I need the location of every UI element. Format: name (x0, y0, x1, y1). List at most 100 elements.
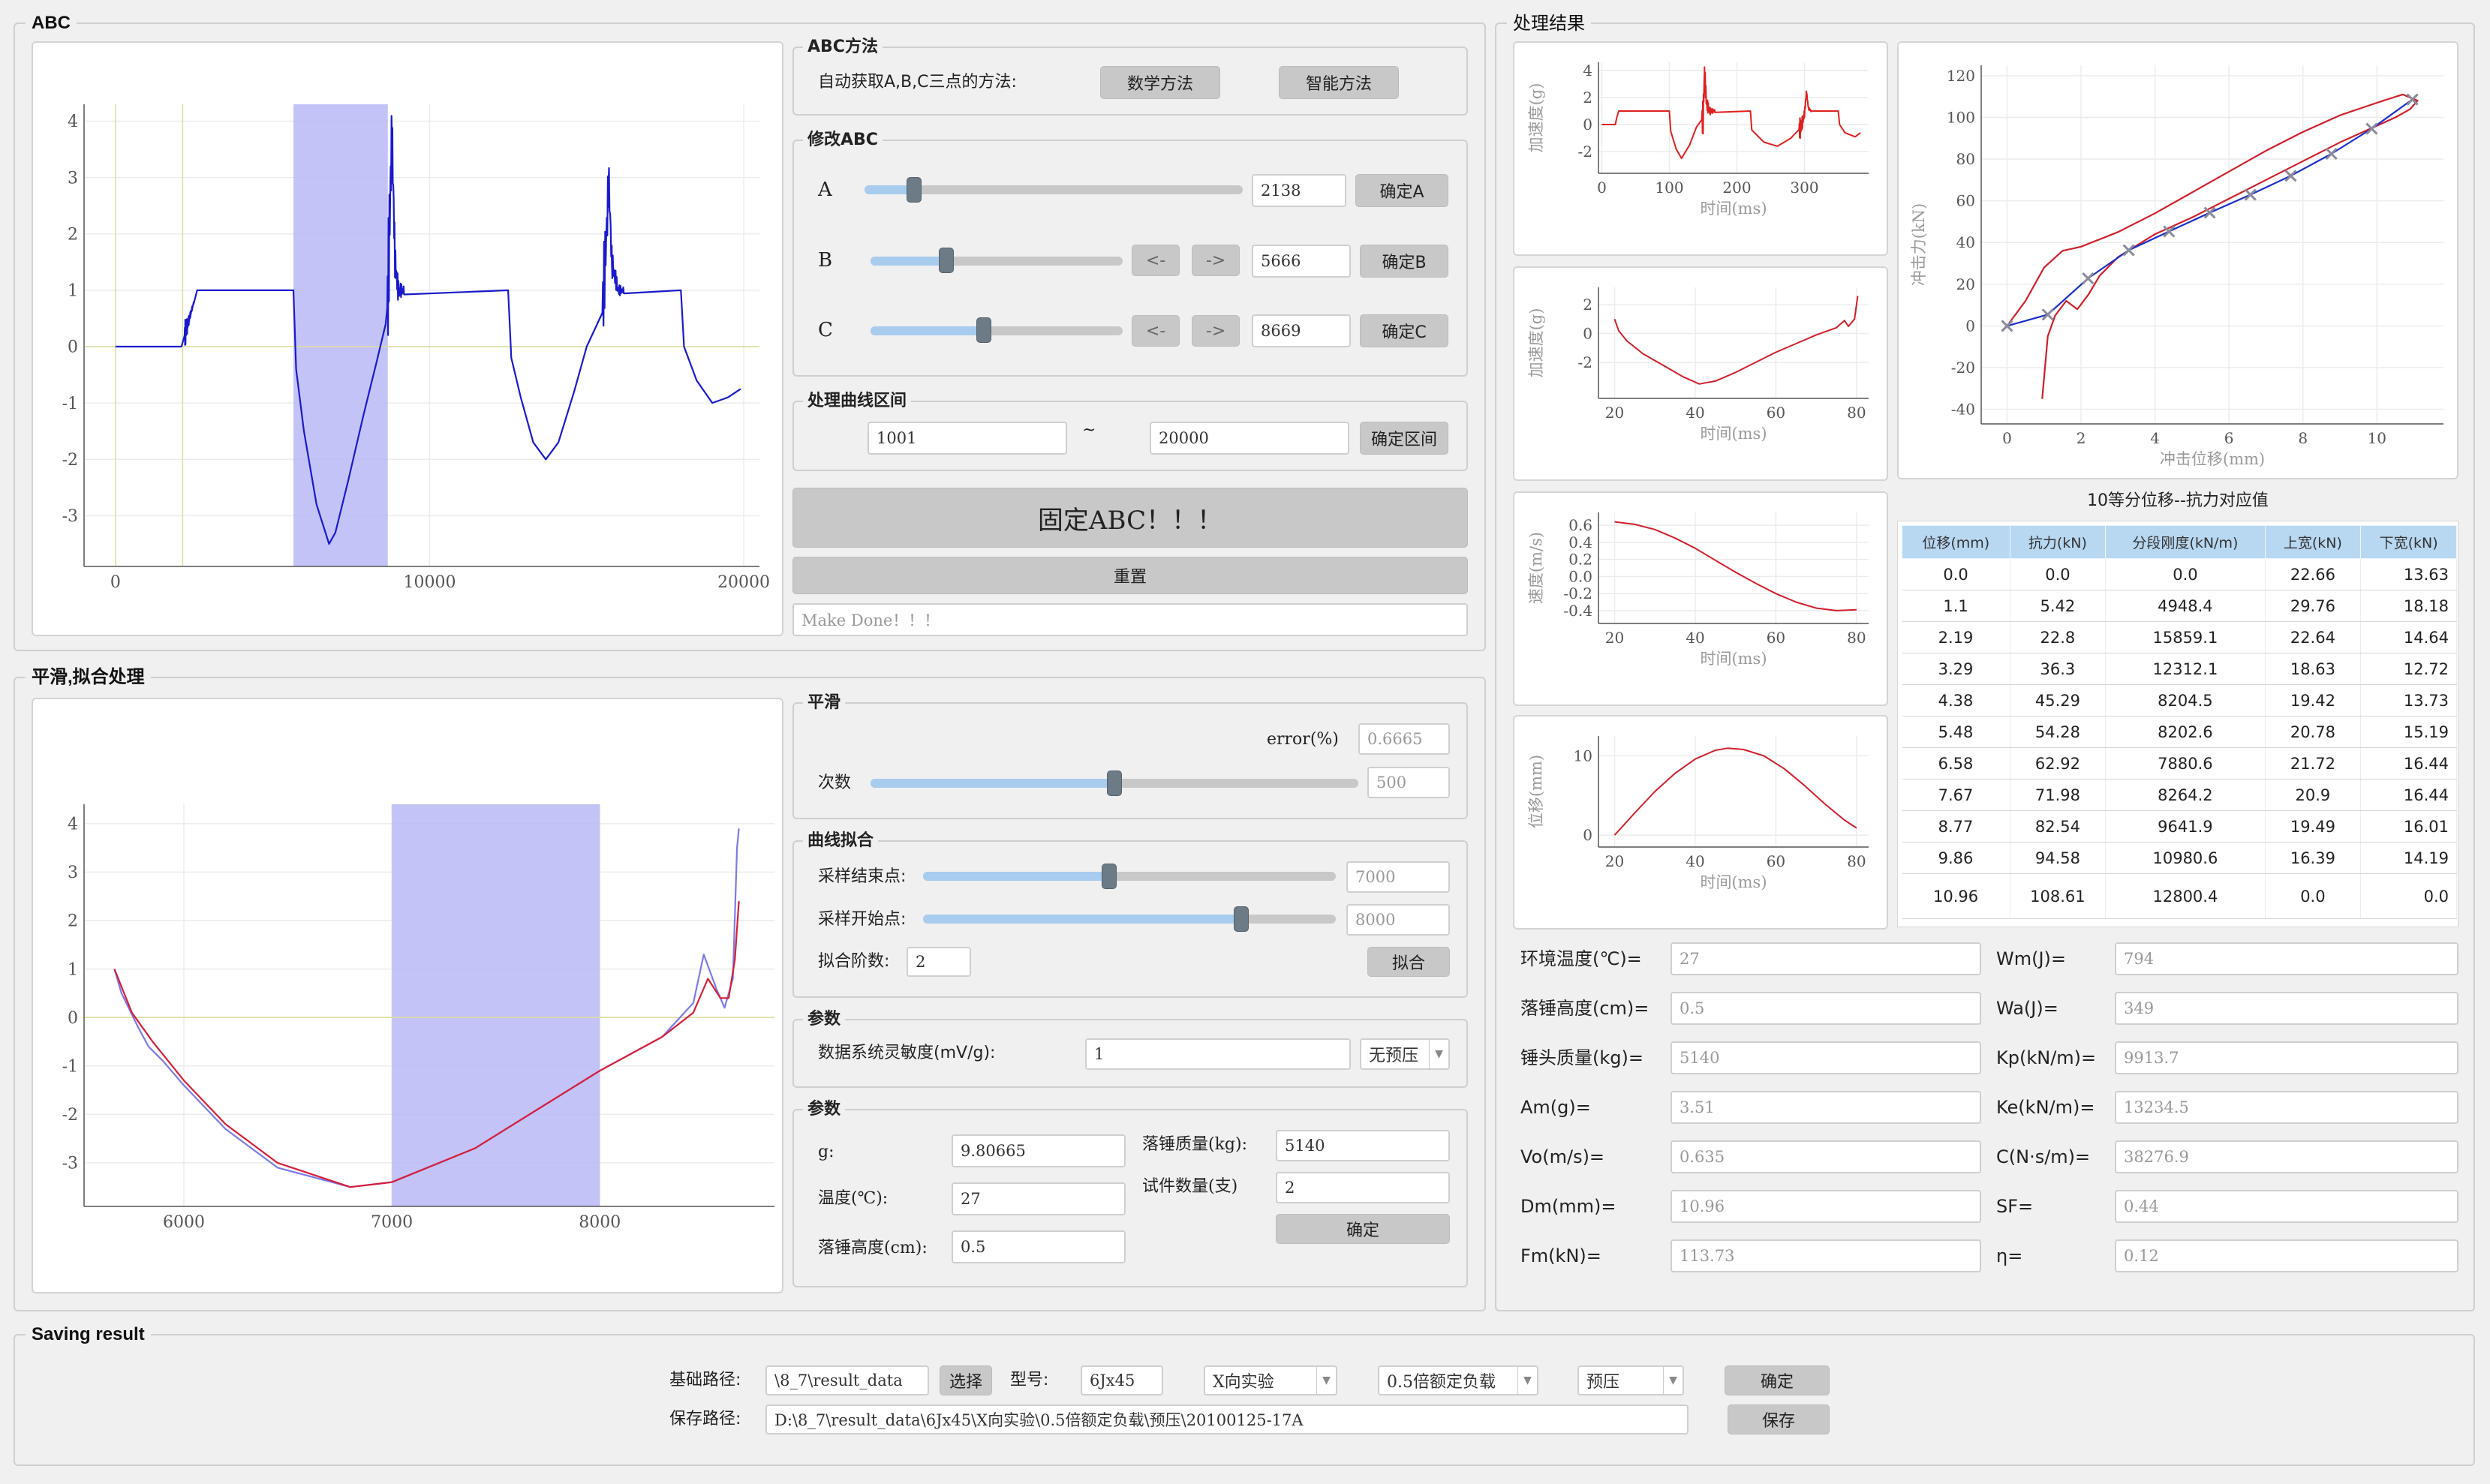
point-b-right-button[interactable]: -> (1192, 245, 1240, 276)
table-cell: 8.77 (1902, 810, 2010, 843)
drop-height-label: 落锤高度(cm): (818, 1239, 928, 1257)
hammer-mass-input[interactable]: 5140 (1276, 1130, 1450, 1161)
preload-select[interactable]: 无预压 ▼ (1360, 1038, 1450, 1070)
point-c-slider-handle[interactable] (976, 317, 992, 343)
sensitivity-label: 数据系统灵敏度(mV/g): (818, 1044, 996, 1062)
x-tick-label: 6 (2224, 429, 2234, 447)
sample-end-slider-handle[interactable] (1101, 864, 1117, 889)
abc-method-title: ABC方法 (803, 36, 883, 59)
point-c-slider[interactable] (871, 326, 1123, 335)
g-input[interactable]: 9.80665 (952, 1134, 1126, 1167)
data-point-marker (2041, 308, 2054, 321)
point-c-input[interactable]: 8669 (1252, 314, 1351, 347)
y-tick-label: 4 (68, 113, 78, 131)
accel-full-chart: 0 100 200 300 -2 0 2 4 时间(ms) 加速度(g) (1527, 62, 1869, 218)
load-select[interactable]: 0.5倍额定负载 ▼ (1378, 1365, 1538, 1395)
result-field-label: Ke(kN/m)= (1996, 1097, 2095, 1118)
confirm-b-button[interactable]: 确定B (1360, 245, 1448, 278)
result-field-value: 38276.9 (2115, 1140, 2458, 1173)
y-tick-label: 0.6 (1568, 516, 1592, 534)
table-cell: 5.48 (1902, 716, 2010, 748)
saving-confirm-button[interactable]: 确定 (1725, 1365, 1830, 1395)
sensitivity-input[interactable]: 1 (1085, 1038, 1351, 1070)
range-end-input[interactable]: 20000 (1150, 422, 1349, 455)
sample-end-field[interactable]: 7000 (1346, 861, 1450, 893)
confirm-c-button[interactable]: 确定C (1360, 314, 1448, 347)
preload-mode-select[interactable]: 预压 ▼ (1577, 1365, 1684, 1395)
point-a-slider-handle[interactable] (906, 177, 922, 203)
point-b-left-button[interactable]: <- (1132, 245, 1180, 276)
x-axis-label: 时间(ms) (1700, 425, 1767, 443)
table-row[interactable]: 5.48 54.28 8202.6 20.78 15.19 (1902, 716, 2457, 748)
direction-select[interactable]: X向实验 ▼ (1204, 1365, 1337, 1395)
fit-order-input[interactable]: 2 (907, 947, 971, 977)
table-row[interactable]: 10.96 108.61 12800.4 0.0 0.0 (1902, 873, 2457, 919)
status-field: Make Done！！！ (792, 603, 1468, 636)
table-cell: 7.67 (1902, 779, 2010, 811)
smooth-count-field[interactable]: 500 (1367, 767, 1450, 798)
y-tick-label: -1 (62, 395, 78, 413)
table-cell: 16.39 (2265, 842, 2362, 874)
range-start-input[interactable]: 1001 (868, 422, 1067, 455)
table-cell: 0.0 (2360, 873, 2457, 919)
table-row[interactable]: 9.86 94.58 10980.6 16.39 14.19 (1902, 842, 2457, 874)
table-cell: 20.9 (2265, 779, 2362, 811)
reset-button[interactable]: 重置 (792, 557, 1468, 594)
confirm-range-button[interactable]: 确定区间 (1360, 422, 1448, 455)
result-field-label: 落锤高度(cm)= (1520, 998, 1649, 1019)
temperature-input[interactable]: 27 (952, 1182, 1126, 1215)
table-row[interactable]: 3.29 36.3 12312.1 18.63 12.72 (1902, 653, 2457, 685)
sample-end-slider-fill (923, 872, 1109, 881)
math-method-button[interactable]: 数学方法 (1100, 66, 1220, 99)
point-a-slider[interactable] (865, 185, 1243, 194)
base-path-input[interactable]: \8_7\result_data (765, 1365, 929, 1395)
table-row[interactable]: 0.0 0.0 0.0 22.66 13.63 (1902, 558, 2457, 590)
table-cell: 2.19 (1902, 621, 2010, 653)
choose-path-button[interactable]: 选择 (940, 1365, 992, 1395)
smooth-fit-group-title: 平滑,拟合处理 (26, 666, 151, 689)
sample-start-field[interactable]: 8000 (1346, 904, 1450, 936)
table-header-cell: 抗力(kN) (2009, 525, 2107, 559)
drop-height-input[interactable]: 0.5 (952, 1230, 1126, 1263)
point-a-input[interactable]: 2138 (1252, 174, 1346, 207)
table-row[interactable]: 4.38 45.29 8204.5 19.42 13.73 (1902, 684, 2457, 716)
point-b-slider-handle[interactable] (938, 248, 954, 273)
table-cell: 36.3 (2010, 653, 2107, 685)
result-field-label: Am(g)= (1520, 1097, 1591, 1118)
table-cell: 18.18 (2360, 590, 2457, 622)
table-row[interactable]: 7.67 71.98 8264.2 20.9 16.44 (1902, 779, 2457, 811)
y-tick-label: -40 (1951, 401, 1975, 419)
modify-abc-title: 修改ABC (803, 129, 883, 152)
result-field-label: SF= (1996, 1196, 2034, 1217)
x-tick-label: 20 (1605, 852, 1624, 870)
point-c-left-button[interactable]: <- (1132, 315, 1180, 347)
table-header-cell: 下宽(kN) (2360, 525, 2457, 559)
model-input[interactable]: 6Jx45 (1081, 1365, 1163, 1395)
smart-method-button[interactable]: 智能方法 (1279, 66, 1399, 99)
table-row[interactable]: 6.58 62.92 7880.6 21.72 16.44 (1902, 747, 2457, 780)
fit-button[interactable]: 拟合 (1367, 947, 1450, 977)
table-cell: 16.44 (2360, 747, 2457, 780)
sample-start-slider[interactable] (923, 915, 1336, 924)
point-b-slider[interactable] (871, 257, 1123, 266)
table-cell: 14.64 (2360, 621, 2457, 653)
table-row[interactable]: 2.19 22.8 15859.1 22.64 14.64 (1902, 621, 2457, 653)
specimen-count-input[interactable]: 2 (1276, 1172, 1450, 1203)
smooth-count-slider-handle[interactable] (1107, 771, 1122, 796)
point-b-input[interactable]: 5666 (1252, 245, 1351, 278)
table-row[interactable]: 8.77 82.54 9641.9 19.49 16.01 (1902, 810, 2457, 843)
fix-abc-button[interactable]: 固定ABC！！！ (792, 488, 1468, 548)
result-field-label: Dm(mm)= (1520, 1196, 1616, 1217)
params-confirm-button[interactable]: 确定 (1276, 1214, 1450, 1244)
table-row[interactable]: 1.1 5.42 4948.4 29.76 18.18 (1902, 590, 2457, 622)
confirm-a-button[interactable]: 确定A (1355, 174, 1448, 207)
hammer-mass-label: 落锤质量(kg): (1142, 1135, 1247, 1154)
saving-group: Saving result (14, 1323, 2475, 1466)
save-button[interactable]: 保存 (1728, 1404, 1830, 1434)
save-path-input[interactable]: D:\8_7\result_data\6Jx45\X向实验\0.5倍额定负载\预… (765, 1404, 1689, 1434)
x-tick-label: 20000 (717, 573, 770, 592)
sample-end-slider[interactable] (923, 872, 1336, 881)
sample-start-slider-handle[interactable] (1233, 906, 1249, 932)
y-tick-label: -3 (62, 507, 78, 526)
point-c-right-button[interactable]: -> (1192, 315, 1240, 347)
